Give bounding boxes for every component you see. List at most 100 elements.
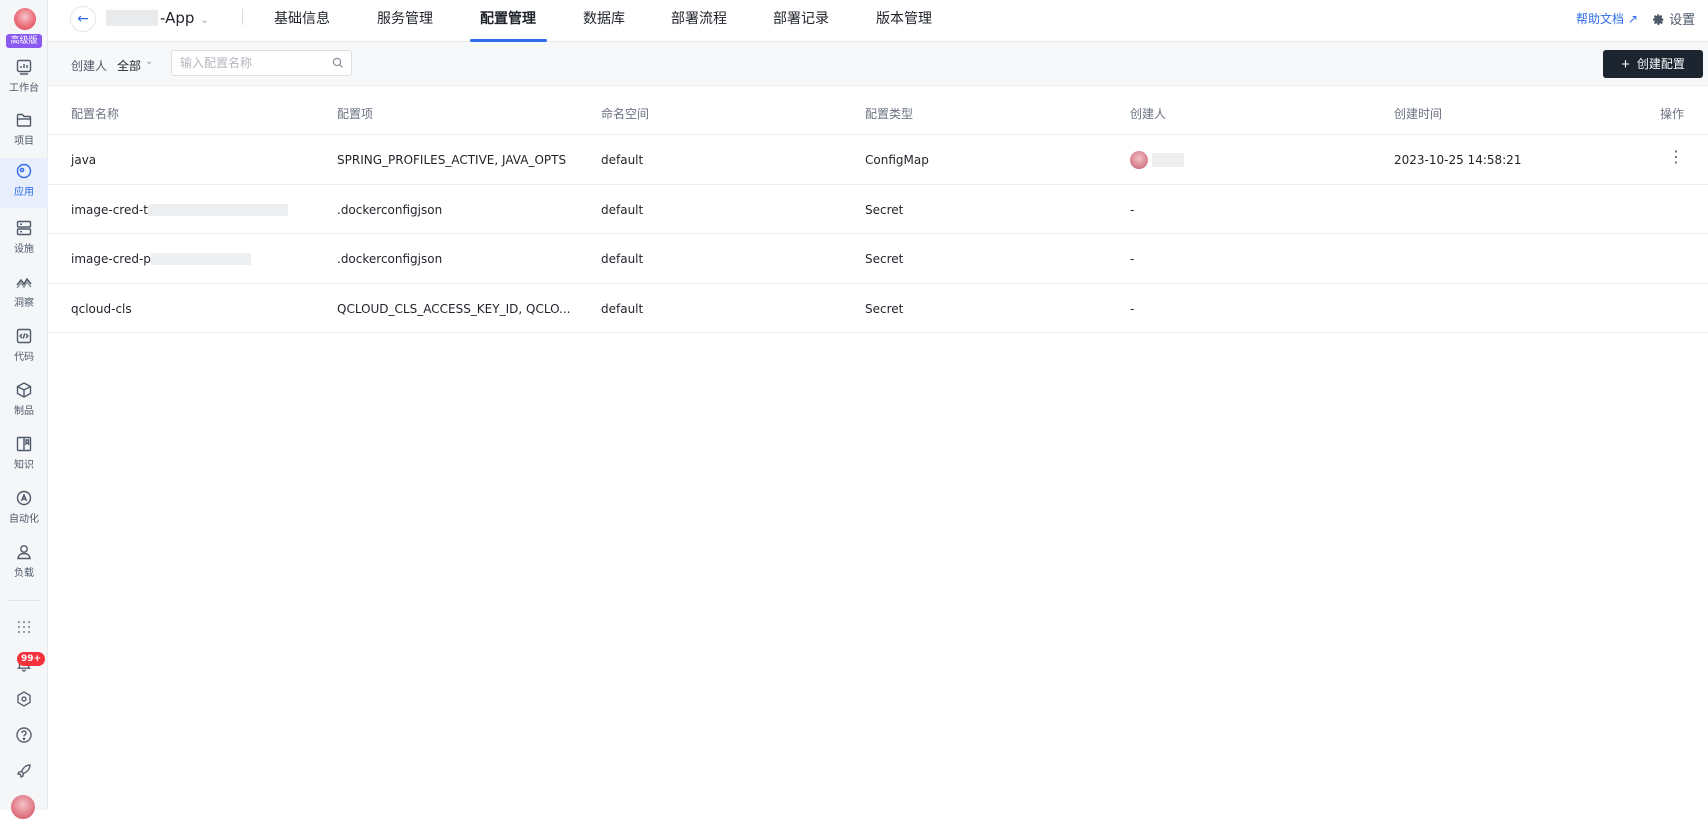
tab-database[interactable]: 数据库	[583, 8, 625, 42]
top-bar: ← -App ⌄ 基础信息 服务管理 配置管理 数据库 部署流程 部署记录 版本管…	[48, 0, 1708, 42]
creator-filter-select[interactable]: 全部	[117, 57, 141, 74]
sidebar-item-apps[interactable]: 应用	[0, 158, 48, 208]
help-docs-label: 帮助文档	[1576, 12, 1625, 26]
app-name: -App	[160, 9, 195, 27]
sidebar-item-infrastructure[interactable]: 设施	[0, 215, 48, 265]
config-table: 配置名称 配置项 命名空间 配置类型 创建人 创建时间 操作 java SPRI…	[48, 90, 1708, 333]
sidebar-item-label: 代码	[14, 352, 34, 363]
settings-button[interactable]: 设置	[1652, 9, 1695, 28]
config-search[interactable]	[171, 50, 352, 76]
sidebar-item-label: 制品	[14, 406, 34, 417]
column-header-type: 配置类型	[865, 107, 914, 121]
tab-config-management[interactable]: 配置管理	[480, 8, 536, 42]
tab-deploy-pipeline[interactable]: 部署流程	[671, 8, 727, 42]
creator-avatar	[1130, 151, 1148, 169]
config-type: Secret	[865, 301, 904, 316]
hexagon-settings-icon	[17, 691, 31, 707]
config-namespace: default	[601, 202, 644, 217]
config-items: .dockerconfigjson	[337, 252, 443, 266]
sidebar-item-label: 洞察	[14, 298, 34, 309]
back-button[interactable]: ←	[70, 6, 96, 32]
tab-basic-info[interactable]: 基础信息	[274, 8, 330, 42]
sidebar-item-dashboard[interactable]: 工作台	[0, 54, 48, 104]
config-creator: -	[1130, 202, 1135, 217]
sidebar-item-code[interactable]: 代码	[0, 323, 48, 373]
search-input[interactable]	[180, 55, 328, 71]
app-selector[interactable]: -App ⌄	[106, 9, 209, 27]
chevron-down-icon[interactable]: ⌄	[145, 56, 153, 67]
automation-icon	[16, 490, 32, 506]
plugin-button[interactable]	[0, 690, 48, 718]
table-row[interactable]: image-cred-t .dockerconfigjson default S…	[48, 185, 1708, 234]
plus-icon: +	[1621, 56, 1630, 73]
user-icon	[17, 545, 31, 560]
sidebar-item-workload[interactable]: 负载	[0, 539, 48, 589]
sidebar-item-automation[interactable]: 自动化	[0, 485, 48, 535]
settings-label: 设置	[1669, 13, 1696, 28]
config-namespace: default	[601, 252, 644, 266]
sidebar: 高级版 工作台 项目 应用 设施 洞察 代码 制品 知识 自动化 负载 99+	[0, 0, 48, 819]
sidebar-item-knowledge[interactable]: 知识	[0, 431, 48, 481]
more-actions-icon[interactable]: ⋮	[1668, 149, 1684, 165]
redacted-text	[106, 10, 158, 26]
config-name[interactable]: java	[71, 153, 96, 167]
launch-button[interactable]	[0, 762, 48, 790]
notification-badge: 99+	[17, 652, 46, 666]
column-header-created: 创建时间	[1394, 107, 1443, 121]
create-config-label: 创建配置	[1636, 57, 1685, 71]
insight-icon	[16, 277, 32, 289]
config-namespace: default	[601, 301, 644, 316]
table-row[interactable]: qcloud-cls QCLOUD_CLS_ACCESS_KEY_ID, QCL…	[48, 284, 1708, 333]
column-header-name: 配置名称	[71, 107, 120, 121]
sidebar-item-label: 负载	[14, 568, 34, 579]
folder-icon	[16, 113, 32, 127]
column-header-creator: 创建人	[1130, 107, 1167, 121]
tab-service-management[interactable]: 服务管理	[377, 8, 433, 42]
question-icon	[16, 727, 32, 743]
filter-bar: 创建人 全部 ⌄ + 创建配置	[48, 42, 1708, 86]
table-row[interactable]: java SPRING_PROFILES_ACTIVE, JAVA_OPTS d…	[48, 135, 1708, 185]
user-avatar[interactable]	[11, 795, 35, 819]
more-apps-button[interactable]	[0, 618, 48, 646]
creator-filter-label: 创建人	[71, 59, 108, 73]
sidebar-item-label: 工作台	[9, 83, 39, 94]
sidebar-item-label: 知识	[14, 460, 34, 471]
logo[interactable]: 高级版	[5, 6, 43, 50]
config-name[interactable]: image-cred-t	[71, 203, 289, 217]
arrow-left-icon: ←	[77, 11, 89, 27]
server-icon	[16, 220, 32, 236]
config-items: .dockerconfigjson	[337, 202, 443, 217]
tab-version-management[interactable]: 版本管理	[876, 8, 932, 42]
sidebar-item-artifacts[interactable]: 制品	[0, 377, 48, 427]
config-created: 2023-10-25 14:58:21	[1394, 153, 1522, 167]
help-button[interactable]	[0, 726, 48, 754]
sidebar-item-label: 设施	[14, 244, 34, 255]
config-name-text: image-cred-p	[71, 252, 151, 266]
sidebar-item-insight[interactable]: 洞察	[0, 269, 48, 319]
help-docs-link[interactable]: 帮助文档 ↗	[1576, 10, 1638, 27]
table-row[interactable]: image-cred-p .dockerconfigjson default S…	[48, 234, 1708, 284]
tab-deploy-records[interactable]: 部署记录	[773, 8, 829, 42]
book-icon	[16, 436, 32, 452]
column-header-items: 配置项	[337, 107, 374, 121]
create-config-button[interactable]: + 创建配置	[1603, 50, 1703, 78]
config-items: QCLOUD_CLS_ACCESS_KEY_ID, QCLO...	[337, 301, 571, 316]
sidebar-item-label: 自动化	[9, 514, 39, 525]
config-namespace: default	[601, 153, 644, 167]
redacted-text	[150, 253, 251, 265]
config-name[interactable]: qcloud-cls	[71, 302, 132, 316]
rocket-icon	[16, 764, 31, 779]
external-link-icon: ↗	[1627, 12, 1638, 26]
app-icon	[16, 163, 32, 179]
redacted-text	[148, 203, 289, 216]
edition-tag: 高级版	[6, 34, 42, 48]
chevron-down-icon: ⌄	[200, 15, 209, 26]
config-name[interactable]: image-cred-p	[71, 252, 251, 266]
sidebar-divider	[8, 600, 40, 601]
sidebar-item-projects[interactable]: 项目	[0, 107, 48, 157]
code-icon	[16, 328, 32, 344]
search-icon	[332, 57, 343, 68]
redacted-text	[1152, 153, 1184, 167]
dashboard-icon	[16, 59, 32, 75]
config-type: Secret	[865, 202, 904, 217]
